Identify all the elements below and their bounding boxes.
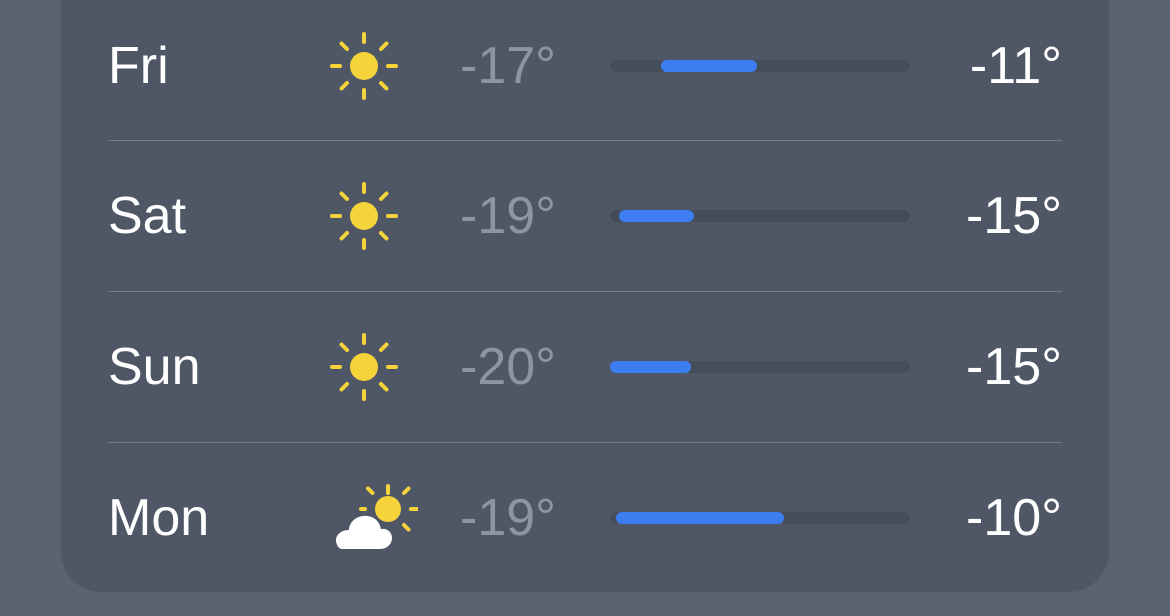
partly-cloudy-icon (336, 484, 418, 549)
day-label: Mon (108, 489, 210, 547)
temperature-range-track (610, 210, 910, 222)
temperature-range-bar (661, 60, 757, 72)
temperature-range-bar (616, 512, 784, 524)
forecast-row-sat[interactable]: Sat -19° -15° (108, 141, 1062, 291)
sun-icon (330, 333, 398, 401)
low-temperature: -17° (460, 37, 556, 95)
temperature-range-track (610, 512, 910, 524)
forecast-row-sun[interactable]: Sun -20° -15° (108, 292, 1062, 442)
high-temperature: -11° (969, 37, 1062, 95)
temperature-range-bar (619, 210, 694, 222)
day-label: Sun (108, 338, 201, 396)
low-temperature: -19° (460, 187, 556, 245)
high-temperature: -10° (966, 489, 1062, 547)
day-label: Fri (108, 37, 169, 95)
high-temperature: -15° (966, 338, 1062, 396)
temperature-range-bar (610, 361, 691, 373)
sun-icon (330, 182, 398, 250)
low-temperature: -19° (460, 489, 556, 547)
forecast-row-mon[interactable]: Mon -19° -10° (108, 443, 1062, 593)
high-temperature: -15° (966, 187, 1062, 245)
temperature-range-track (610, 361, 910, 373)
forecast-row-fri[interactable]: Fri -17° -11° (108, 0, 1062, 141)
temperature-range-track (610, 60, 910, 72)
sun-icon (330, 32, 398, 100)
low-temperature: -20° (460, 338, 556, 396)
day-label: Sat (108, 187, 187, 245)
